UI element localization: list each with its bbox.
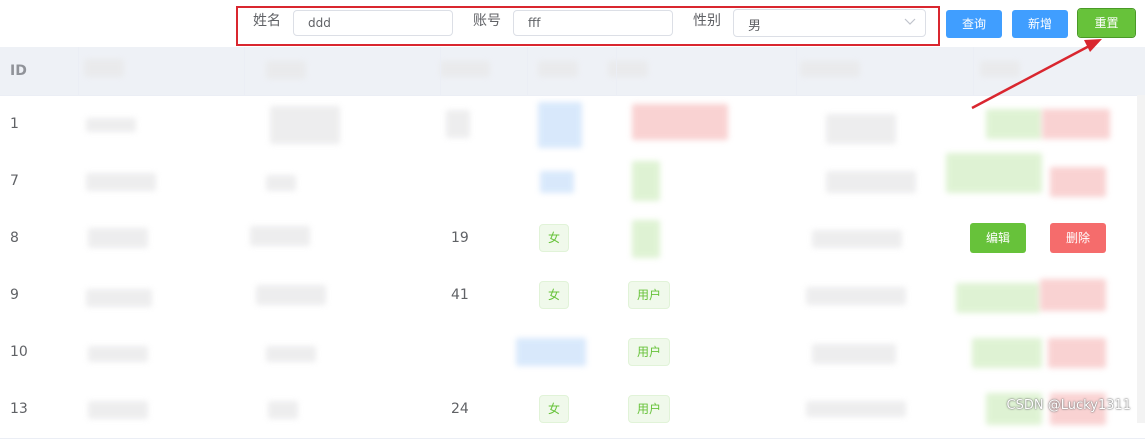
table-row: 8 19 女 编辑 删除 bbox=[0, 210, 1145, 268]
cell-age: 24 bbox=[451, 401, 469, 417]
blurred-cell bbox=[826, 171, 916, 193]
chevron-down-icon bbox=[904, 18, 916, 25]
cell-id: 13 bbox=[10, 401, 28, 417]
blurred-header bbox=[440, 61, 490, 77]
blurred-cell bbox=[972, 338, 1042, 368]
blurred-cell bbox=[446, 110, 470, 138]
role-tag: 用户 bbox=[628, 281, 671, 309]
cell-age: 19 bbox=[451, 230, 469, 246]
blurred-cell bbox=[1040, 279, 1106, 311]
role-tag: 用户 bbox=[628, 338, 671, 366]
blurred-cell bbox=[270, 106, 340, 144]
table-row: 1 bbox=[0, 96, 1145, 154]
blurred-cell bbox=[1042, 109, 1110, 139]
blurred-cell bbox=[812, 230, 902, 248]
query-button[interactable]: 查询 bbox=[946, 10, 1002, 38]
cell-id: 7 bbox=[10, 173, 19, 189]
blurred-cell bbox=[812, 344, 896, 364]
edit-button[interactable]: 编辑 bbox=[970, 223, 1026, 253]
blurred-cell bbox=[632, 220, 660, 258]
blurred-cell bbox=[86, 173, 156, 191]
blurred-cell bbox=[88, 401, 148, 419]
account-label: 账号 bbox=[473, 13, 501, 29]
vertical-scrollbar[interactable] bbox=[1137, 95, 1145, 423]
blurred-cell bbox=[632, 104, 728, 140]
cell-age: 41 bbox=[451, 287, 469, 303]
blurred-cell bbox=[250, 226, 310, 246]
column-header-id: ID bbox=[10, 63, 27, 79]
blurred-header bbox=[538, 61, 578, 77]
role-tag: 用户 bbox=[628, 395, 671, 423]
blurred-cell bbox=[538, 102, 582, 148]
blurred-cell bbox=[806, 287, 906, 305]
cell-id: 8 bbox=[10, 230, 19, 246]
table-row: 9 41 女 用户 bbox=[0, 267, 1145, 325]
blurred-header bbox=[84, 59, 124, 77]
sex-label: 性别 bbox=[693, 13, 721, 29]
blurred-cell bbox=[86, 118, 136, 132]
add-button[interactable]: 新增 bbox=[1012, 10, 1068, 38]
blurred-cell bbox=[1048, 338, 1106, 368]
blurred-header bbox=[266, 61, 306, 79]
name-label: 姓名 bbox=[253, 13, 281, 29]
blurred-cell bbox=[806, 401, 906, 417]
blurred-cell bbox=[986, 109, 1042, 139]
blurred-cell bbox=[956, 283, 1040, 313]
account-input[interactable] bbox=[513, 10, 673, 36]
name-input[interactable] bbox=[293, 10, 453, 36]
blurred-header bbox=[980, 61, 1020, 77]
blurred-cell bbox=[946, 153, 1042, 193]
blurred-cell bbox=[268, 401, 298, 419]
blurred-cell bbox=[540, 171, 574, 193]
blurred-cell bbox=[516, 338, 586, 366]
blurred-cell bbox=[256, 285, 326, 305]
blurred-cell bbox=[826, 114, 896, 144]
blurred-cell bbox=[1050, 167, 1106, 197]
blurred-cell bbox=[88, 346, 148, 362]
cell-id: 10 bbox=[10, 344, 28, 360]
sex-tag: 女 bbox=[539, 281, 570, 309]
sex-tag: 女 bbox=[539, 395, 570, 423]
reset-button[interactable]: 重置 bbox=[1077, 8, 1136, 38]
blurred-header bbox=[800, 61, 860, 77]
table-row: 7 bbox=[0, 153, 1145, 211]
blurred-header bbox=[608, 61, 648, 77]
table-row: 13 24 女 用户 bbox=[0, 381, 1145, 439]
delete-button[interactable]: 删除 bbox=[1050, 223, 1106, 253]
blurred-cell bbox=[266, 346, 316, 362]
blurred-cell bbox=[86, 289, 152, 307]
table-row: 10 用户 bbox=[0, 324, 1145, 382]
blurred-cell bbox=[632, 161, 660, 201]
watermark: CSDN @Lucky1311 bbox=[1006, 398, 1131, 413]
sex-select-value: 男 bbox=[748, 19, 762, 34]
blurred-cell bbox=[88, 228, 148, 248]
cell-id: 9 bbox=[10, 287, 19, 303]
blurred-cell bbox=[266, 175, 296, 191]
cell-id: 1 bbox=[10, 116, 19, 132]
sex-select[interactable]: 男 bbox=[733, 9, 926, 37]
sex-tag: 女 bbox=[539, 224, 570, 252]
